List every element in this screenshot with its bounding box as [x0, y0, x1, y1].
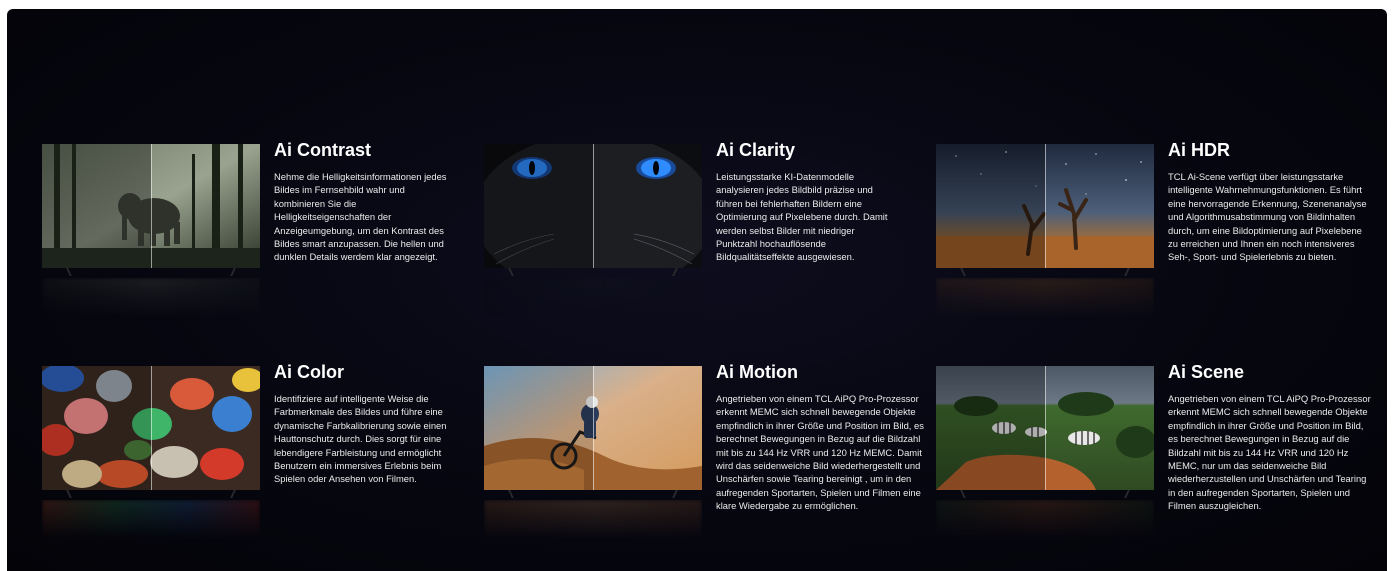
tv-stand-right	[230, 490, 236, 498]
split-divider	[593, 144, 594, 268]
split-divider	[151, 144, 152, 268]
tv-image-cat	[484, 144, 702, 268]
tv-reflection	[42, 500, 260, 540]
feature-ai-color: Ai Color Identifiziere auf intelligente …	[42, 362, 462, 566]
feature-description: Angetrieben von einem TCL AiPQ Pro-Proze…	[716, 393, 924, 512]
split-divider	[593, 366, 594, 490]
tv-reflection	[484, 278, 702, 318]
tv-stand-right	[1124, 490, 1130, 498]
feature-ai-scene: Ai Scene Angetrieben von einem TCL AiPQ …	[936, 362, 1376, 566]
feature-ai-hdr: Ai HDR TCL Ai-Scene verfügt über leistun…	[936, 140, 1376, 324]
tv-stand-left	[960, 490, 966, 498]
feature-description: Identifiziere auf intelligente Weise die…	[274, 393, 447, 485]
tv-stand-left	[508, 268, 514, 276]
feature-title: Ai Motion	[716, 362, 798, 382]
tv-image-elephant	[42, 144, 260, 268]
split-divider	[1045, 366, 1046, 490]
tv-image-night-trees	[936, 144, 1154, 268]
feature-ai-contrast: Ai Contrast Nehme die Helligkeitsinforma…	[42, 140, 462, 324]
tv-reflection	[936, 500, 1154, 540]
tv-stand-right	[672, 490, 678, 498]
tv-reflection	[484, 500, 702, 540]
tv-image-stones	[42, 366, 260, 490]
feature-description: Nehme die Helligkeitsinformationen jedes…	[274, 171, 447, 263]
feature-description: Angetrieben von einem TCL AiPQ Pro-Proze…	[1168, 393, 1371, 512]
feature-title: Ai Color	[274, 362, 344, 382]
tv-stand-left	[508, 490, 514, 498]
tv-stand-right	[1124, 268, 1130, 276]
tv-stand-left	[66, 268, 72, 276]
feature-title: Ai Contrast	[274, 140, 372, 160]
feature-title: Ai Clarity	[716, 140, 796, 160]
tv-reflection	[936, 278, 1154, 318]
feature-ai-motion: Ai Motion Angetrieben von einem TCL AiPQ…	[484, 362, 924, 566]
split-divider	[151, 366, 152, 490]
tv-stand-right	[230, 268, 236, 276]
tv-stand-left	[960, 268, 966, 276]
feature-description: TCL Ai-Scene verfügt über leistungsstark…	[1168, 171, 1367, 263]
tv-stand-left	[66, 490, 72, 498]
tv-image-zebras	[936, 366, 1154, 490]
feature-ai-clarity: Ai Clarity Leistungsstarke KI-Datenmodel…	[484, 140, 904, 324]
split-divider	[1045, 144, 1046, 268]
tv-stand-right	[672, 268, 678, 276]
feature-title: Ai HDR	[1168, 140, 1230, 160]
feature-title: Ai Scene	[1168, 362, 1245, 382]
feature-description: Leistungsstarke KI-Datenmodelle analysie…	[716, 171, 888, 263]
tv-image-biker	[484, 366, 702, 490]
tv-reflection	[42, 278, 260, 318]
feature-banner: Ai Contrast Nehme die Helligkeitsinforma…	[7, 9, 1387, 571]
